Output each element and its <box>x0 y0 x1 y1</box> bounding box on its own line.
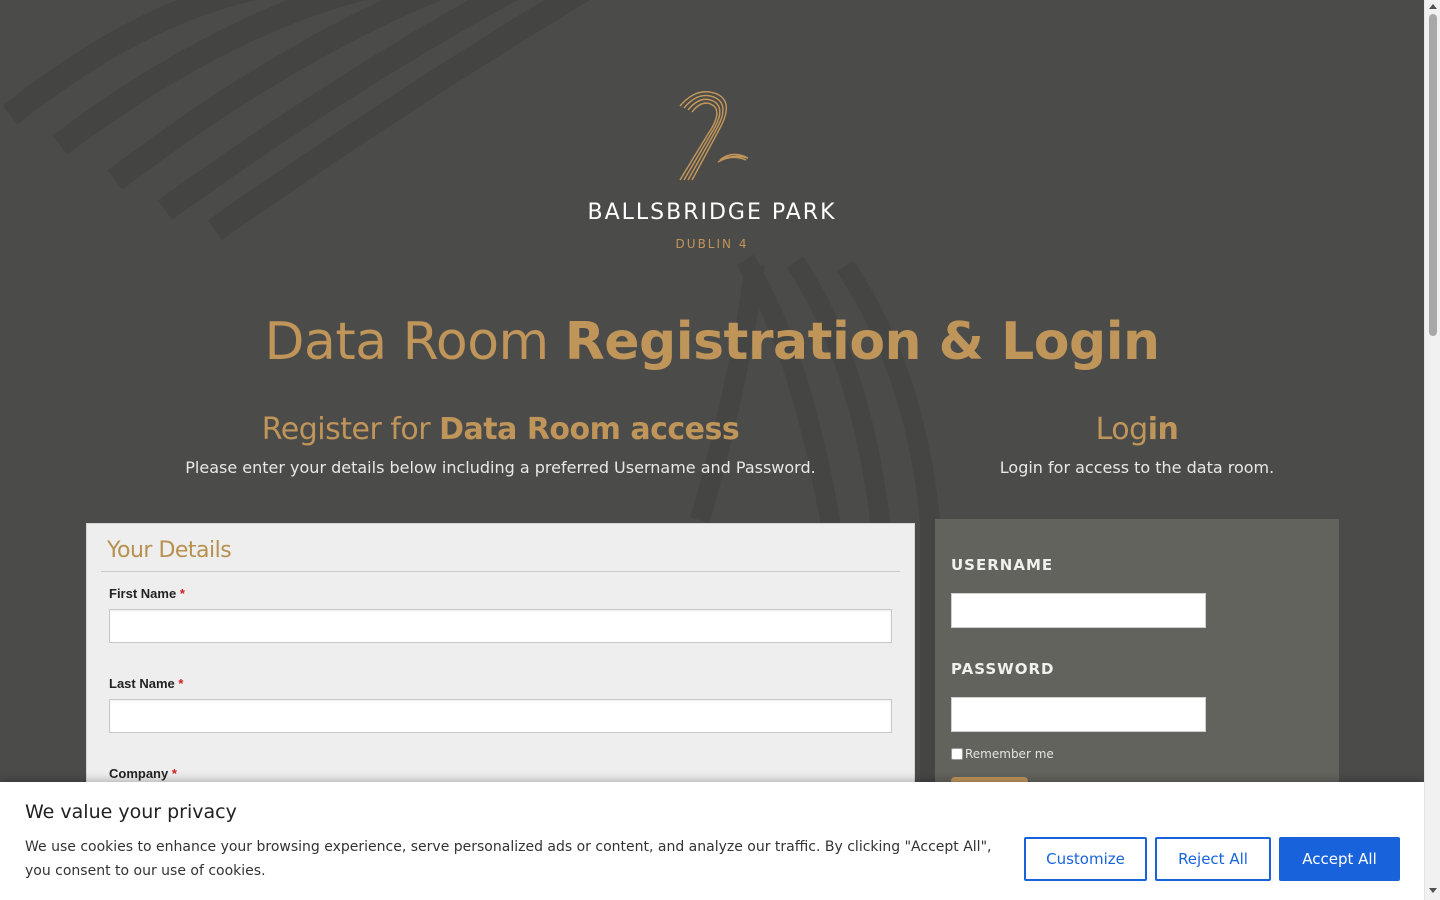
last-name-input[interactable] <box>109 699 892 733</box>
page-title-bold: Registration & Login <box>564 312 1160 372</box>
password-label: PASSWORD <box>951 660 1055 678</box>
last-name-field: Last Name * <box>109 676 892 733</box>
remember-me-checkbox[interactable] <box>951 748 963 760</box>
login-title: Login <box>935 412 1339 447</box>
register-title: Register for Data Room access <box>86 412 915 447</box>
company-label-text: Company <box>109 766 169 781</box>
scroll-thumb[interactable] <box>1429 14 1437 336</box>
last-name-label: Last Name * <box>109 676 892 691</box>
login-title-bold: in <box>1147 412 1179 447</box>
cookie-text: We use cookies to enhance your browsing … <box>25 839 992 879</box>
username-label: USERNAME <box>951 556 1054 574</box>
brand-logo: BALLSBRIDGE PARK DUBLIN 4 <box>0 88 1424 251</box>
remember-me: Remember me <box>951 747 1054 761</box>
customize-button[interactable]: Customize <box>1024 837 1147 881</box>
page-title-light: Data Room <box>264 312 549 372</box>
login-title-light: Log <box>1095 412 1149 447</box>
scroll-up-icon[interactable] <box>1429 4 1437 9</box>
page-title: Data Room Registration & Login <box>0 312 1424 372</box>
login-form: USERNAME PASSWORD Remember me <box>935 519 1339 819</box>
last-name-label-text: Last Name <box>109 676 175 691</box>
cookie-banner: We value your privacy We use cookies to … <box>0 782 1424 900</box>
first-name-label: First Name * <box>109 586 892 601</box>
brand-name: BALLSBRIDGE PARK <box>587 200 837 225</box>
brand-location: DUBLIN 4 <box>675 237 749 251</box>
registration-form: Your Details First Name * Last Name * Co… <box>86 523 915 823</box>
company-label: Company * <box>109 766 892 781</box>
required-marker: * <box>179 586 185 601</box>
login-subtitle: Login for access to the data room. <box>999 458 1275 477</box>
first-name-input[interactable] <box>109 609 892 643</box>
password-input[interactable] <box>951 697 1206 732</box>
first-name-label-text: First Name <box>109 586 177 601</box>
reject-all-button[interactable]: Reject All <box>1155 837 1271 881</box>
register-title-light: Register for <box>261 412 431 447</box>
register-title-bold: Data Room access <box>439 412 740 447</box>
cookie-title: We value your privacy <box>25 801 237 823</box>
required-marker: * <box>178 676 184 691</box>
ribbon-logo-icon <box>679 91 749 181</box>
required-marker: * <box>171 766 177 781</box>
remember-me-label: Remember me <box>965 747 1054 761</box>
your-details-heading: Your Details <box>101 538 900 572</box>
accept-all-button[interactable]: Accept All <box>1279 837 1400 881</box>
username-input[interactable] <box>951 593 1206 628</box>
register-subtitle: Please enter your details below includin… <box>185 458 816 477</box>
scroll-down-icon[interactable] <box>1429 888 1437 893</box>
page-scrollbar[interactable] <box>1424 0 1440 900</box>
first-name-field: First Name * <box>109 586 892 643</box>
